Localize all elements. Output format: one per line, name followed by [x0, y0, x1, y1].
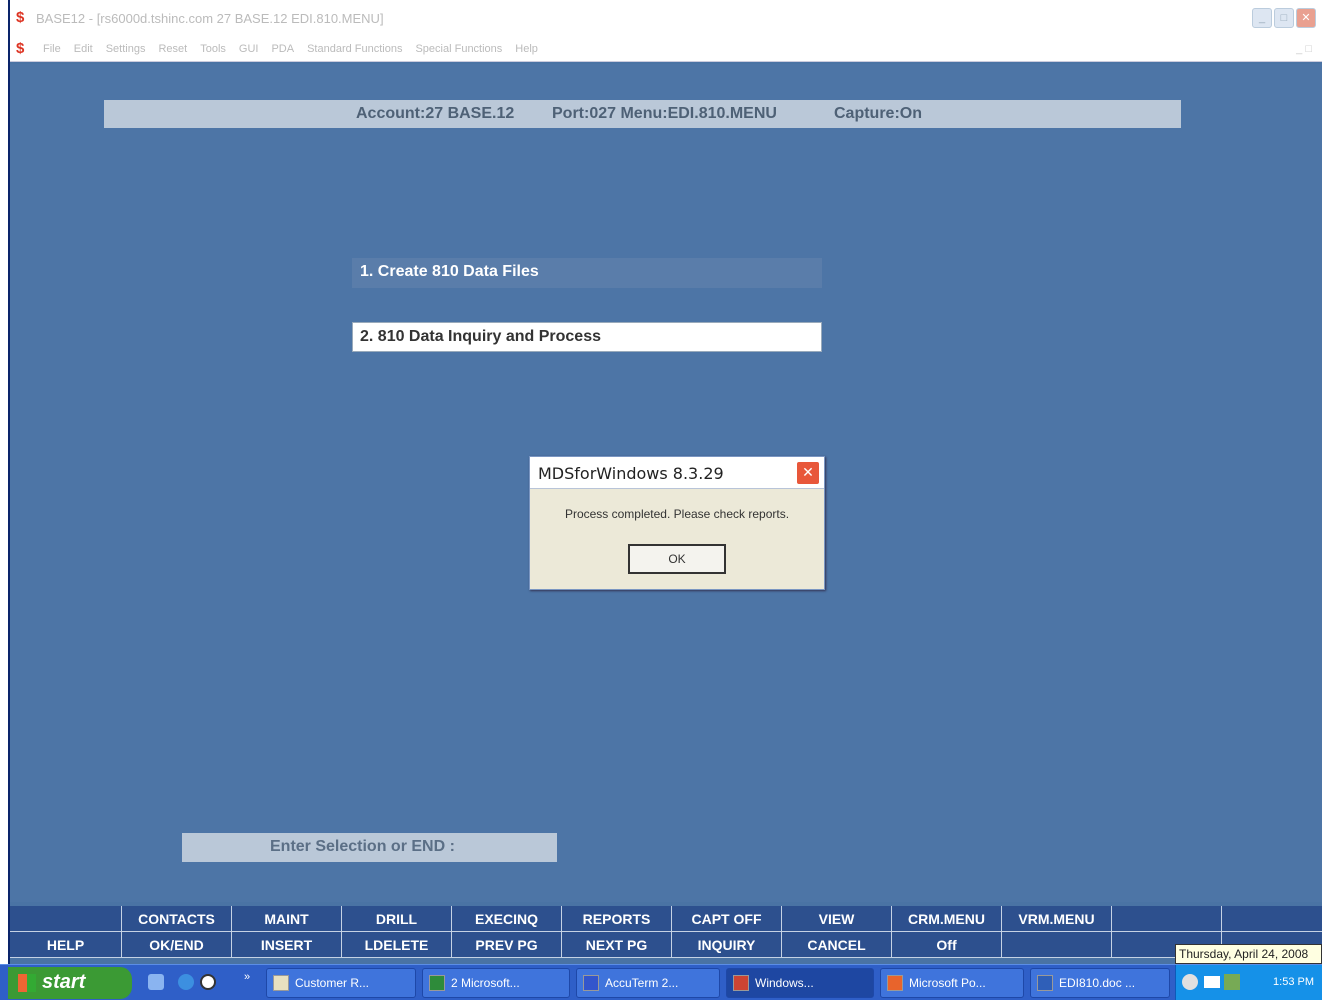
menu-standard-functions[interactable]: Standard Functions: [307, 43, 402, 55]
app-icon[interactable]: $: [16, 10, 30, 26]
fkey-insert[interactable]: INSERT: [232, 932, 342, 958]
menu-gui[interactable]: GUI: [239, 43, 259, 55]
ok-button[interactable]: OK: [628, 544, 726, 574]
fkey-vrm-menu[interactable]: VRM.MENU: [1002, 906, 1112, 932]
fkey-r1-12[interactable]: [1222, 906, 1322, 932]
ie-window-icon: [273, 975, 289, 991]
account-label: Account:27 BASE.12: [356, 105, 515, 122]
taskbar-powerpoint[interactable]: Microsoft Po...: [880, 968, 1024, 998]
windows-logo-icon: [18, 974, 36, 992]
menu-option-create-810[interactable]: 1. Create 810 Data Files: [352, 258, 822, 288]
menu-help[interactable]: Help: [515, 43, 538, 55]
menu-special-functions[interactable]: Special Functions: [415, 43, 502, 55]
fkey-maint[interactable]: MAINT: [232, 906, 342, 932]
network-icon[interactable]: [1224, 974, 1240, 990]
internet-explorer-icon[interactable]: [178, 974, 194, 990]
fkey-drill[interactable]: DRILL: [342, 906, 452, 932]
close-window-button[interactable]: ✕: [1296, 8, 1316, 28]
mail-icon[interactable]: [1204, 976, 1220, 988]
clock[interactable]: 1:53 PM: [1273, 976, 1314, 988]
fkey-cancel[interactable]: CANCEL: [782, 932, 892, 958]
show-desktop-icon[interactable]: [148, 974, 164, 990]
tray-clock-icon[interactable]: [1182, 974, 1198, 990]
doc-icon[interactable]: $: [16, 40, 30, 57]
function-key-bar: CONTACTS MAINT DRILL EXECINQ REPORTS CAP…: [10, 906, 1322, 958]
fkey-r1-1[interactable]: [10, 906, 122, 932]
menu-option-810-inquiry[interactable]: 2. 810 Data Inquiry and Process: [352, 322, 822, 352]
taskbar: start » Customer R... 2 Microsoft... Acc…: [0, 964, 1322, 1000]
menu-edit[interactable]: Edit: [74, 43, 93, 55]
fkey-inquiry[interactable]: INQUIRY: [672, 932, 782, 958]
menu-reset[interactable]: Reset: [158, 43, 187, 55]
fkey-execinq[interactable]: EXECINQ: [452, 906, 562, 932]
dialog-title-bar: MDSforWindows 8.3.29 ✕: [530, 457, 824, 489]
status-bar: Account:27 BASE.12 Port:027 Menu:EDI.810…: [104, 100, 1181, 128]
start-label: start: [42, 971, 86, 993]
powerpoint-icon: [887, 975, 903, 991]
fkey-crm-menu[interactable]: CRM.MENU: [892, 906, 1002, 932]
fkey-prev-pg[interactable]: PREV PG: [452, 932, 562, 958]
menu-settings[interactable]: Settings: [106, 43, 146, 55]
fkey-r1-11[interactable]: [1112, 906, 1222, 932]
menu-file[interactable]: File: [43, 43, 61, 55]
media-player-icon[interactable]: [200, 974, 216, 990]
close-icon[interactable]: ✕: [796, 461, 820, 485]
minimize-button[interactable]: _: [1252, 8, 1272, 28]
fkey-reports[interactable]: REPORTS: [562, 906, 672, 932]
start-button[interactable]: start: [8, 967, 132, 999]
fkey-capt-off[interactable]: CAPT OFF: [672, 906, 782, 932]
system-tray: 1:53 PM: [1175, 965, 1322, 1000]
message-dialog: MDSforWindows 8.3.29 ✕ Process completed…: [529, 456, 825, 590]
fkey-ok-end[interactable]: OK/END: [122, 932, 232, 958]
date-tooltip: Thursday, April 24, 2008: [1175, 944, 1322, 964]
maximize-button[interactable]: □: [1274, 8, 1294, 28]
port-menu-label: Port:027 Menu:EDI.810.MENU: [552, 105, 777, 122]
window-title: BASE12 - [rs6000d.tshinc.com 27 BASE.12 …: [36, 10, 384, 26]
dialog-message: Process completed. Please check reports.: [564, 507, 790, 521]
dialog-title: MDSforWindows 8.3.29: [538, 464, 724, 483]
word-icon: [1037, 975, 1053, 991]
fkey-contacts[interactable]: CONTACTS: [122, 906, 232, 932]
taskbar-customer[interactable]: Customer R...: [266, 968, 416, 998]
accuterm-icon: [583, 975, 599, 991]
taskbar-edi810-doc[interactable]: EDI810.doc ...: [1030, 968, 1170, 998]
fkey-view[interactable]: VIEW: [782, 906, 892, 932]
fkey-next-pg[interactable]: NEXT PG: [562, 932, 672, 958]
fkey-off[interactable]: Off: [892, 932, 1002, 958]
selection-prompt: Enter Selection or END :: [182, 833, 557, 862]
restore-icon[interactable]: _ □: [1296, 43, 1312, 55]
taskbar-accuterm[interactable]: AccuTerm 2...: [576, 968, 720, 998]
menu-tools[interactable]: Tools: [200, 43, 226, 55]
fkey-r2-10[interactable]: [1002, 932, 1112, 958]
menu-pda[interactable]: PDA: [271, 43, 294, 55]
capture-label: Capture:On: [834, 105, 922, 122]
taskbar-microsoft-excel[interactable]: 2 Microsoft...: [422, 968, 570, 998]
app-taskbar-icon: [733, 975, 749, 991]
menu-bar: $ File Edit Settings Reset Tools GUI PDA…: [10, 36, 1322, 62]
excel-icon: [429, 975, 445, 991]
fkey-ldelete[interactable]: LDELETE: [342, 932, 452, 958]
fkey-help[interactable]: HELP: [10, 932, 122, 958]
chevron-right-icon[interactable]: »: [244, 971, 250, 983]
title-bar: $ BASE12 - [rs6000d.tshinc.com 27 BASE.1…: [10, 0, 1322, 40]
taskbar-windows[interactable]: Windows...: [726, 968, 874, 998]
